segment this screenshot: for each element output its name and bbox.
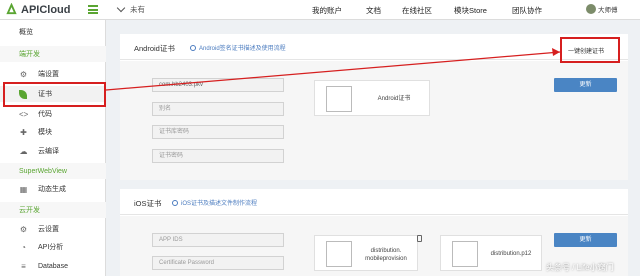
ios-provision-thumbnail: [326, 241, 352, 267]
android-panel-header: Android证书 Android签名证书描述及使用流程: [120, 34, 628, 60]
ios-cert-password-field[interactable]: Certificate Password: [152, 256, 284, 270]
gear-icon: ⚙: [19, 69, 28, 79]
user-menu[interactable]: 大师傅: [586, 4, 618, 14]
android-keystore-password-field[interactable]: 证书库密码: [152, 125, 284, 139]
chevron-down-icon: [116, 3, 126, 13]
info-icon: [172, 199, 178, 206]
gear-icon: ⚙: [19, 224, 28, 234]
cloud-icon: ☁: [19, 146, 28, 156]
ios-provision-label: distribution. mobileprovision: [355, 247, 417, 263]
sidebar-item-api-analysis[interactable]: ◔ API分析: [0, 239, 106, 255]
grid-icon: ▦: [19, 184, 28, 194]
watermark: 头条号 / Life小窍门: [546, 263, 614, 272]
database-icon: ≡: [21, 261, 26, 271]
android-package-field[interactable]: com.hb2403.pkv: [152, 78, 284, 92]
sidebar-item-label: 云编译: [38, 148, 59, 155]
annotation-box-create: [560, 37, 620, 63]
android-update-button[interactable]: 更新: [554, 78, 617, 92]
nav-module-store[interactable]: 模块Store: [454, 5, 487, 16]
sidebar-item-label: Database: [38, 262, 68, 270]
avatar: [586, 4, 596, 14]
section-native: 端开发: [0, 46, 106, 62]
ios-update-button[interactable]: 更新: [554, 233, 617, 247]
logo-text: APICloud: [21, 3, 71, 16]
ios-help-link-text: iOS证书及描述文件制作流程: [181, 201, 258, 207]
code-icon: <>: [19, 109, 29, 119]
hamburger-menu-icon[interactable]: [88, 5, 98, 14]
ios-provision-label-line1: distribution.: [370, 248, 402, 254]
document-icon: [417, 235, 422, 242]
nav-team[interactable]: 团队协作: [512, 5, 542, 16]
sidebar-item-label: API分析: [38, 244, 64, 251]
android-cert-thumbnail: [326, 86, 352, 112]
logo[interactable]: APICloud: [5, 3, 71, 16]
ios-app-ids-field[interactable]: APP IDS: [152, 233, 284, 247]
chart-icon: ◔: [21, 242, 26, 252]
android-panel-title: Android证书: [134, 44, 175, 53]
ios-p12-label: distribution.p12: [490, 251, 532, 257]
ios-panel-header: iOS证书 iOS证书及描述文件制作流程: [120, 189, 628, 215]
sidebar-item-app-settings[interactable]: ⚙ 端设置: [0, 66, 106, 82]
sidebar-item-dynamic-generate[interactable]: ▦ 动态生成: [0, 181, 106, 197]
project-name: 未有: [130, 5, 145, 14]
section-cloud: 云开发: [0, 202, 106, 218]
sidebar-item-modules[interactable]: ✚ 模块: [0, 124, 106, 140]
nav-my-account[interactable]: 我的账户: [312, 5, 342, 16]
apicloud-logo-icon: [6, 3, 17, 15]
top-bar: APICloud 未有 我的账户 文档 在线社区 模块Store 团队协作 大师…: [0, 0, 640, 20]
android-help-link-text: Android签名证书描述及使用流程: [199, 46, 286, 52]
android-cert-password-field[interactable]: 证书密码: [152, 149, 284, 163]
ios-provision-label-line2: mobileprovision: [365, 256, 407, 262]
project-selector[interactable]: 未有: [116, 3, 145, 15]
ios-panel-title: iOS证书: [134, 199, 162, 208]
sidebar-item-overview[interactable]: 概览: [0, 24, 106, 40]
sidebar-item-label: 动态生成: [38, 186, 66, 193]
sidebar-item-label: 代码: [38, 111, 52, 118]
sidebar-item-database[interactable]: ≡ Database: [0, 258, 106, 274]
puzzle-icon: ✚: [20, 127, 27, 137]
android-panel-body: com.hb2403.pkv 别名 证书库密码 证书密码 Android证书 更…: [120, 61, 628, 180]
ios-p12-thumbnail: [452, 241, 478, 267]
ios-p12-card[interactable]: distribution.p12: [440, 235, 542, 271]
android-alias-field[interactable]: 别名: [152, 102, 284, 116]
android-cert-card[interactable]: Android证书: [314, 80, 430, 116]
sidebar-item-label: 云设置: [38, 226, 59, 233]
ios-help-link[interactable]: iOS证书及描述文件制作流程: [172, 198, 257, 207]
sidebar: 概览 端开发 ⚙ 端设置 证书 <> 代码 ✚ 模块 ☁ 云编译 SuperWe…: [0, 20, 106, 276]
sidebar-item-label: 模块: [38, 129, 52, 136]
android-help-link[interactable]: Android签名证书描述及使用流程: [190, 43, 286, 52]
nav-docs[interactable]: 文档: [366, 5, 381, 16]
sidebar-item-label: 端设置: [38, 71, 59, 78]
android-cert-label: Android证书: [377, 96, 411, 102]
nav-community[interactable]: 在线社区: [402, 5, 432, 16]
sidebar-item-cloud-settings[interactable]: ⚙ 云设置: [0, 221, 106, 237]
annotation-box-certificates: [3, 82, 106, 107]
section-superwebview: SuperWebView: [0, 163, 106, 179]
sidebar-item-cloud-build[interactable]: ☁ 云编译: [0, 143, 106, 159]
ios-provision-card[interactable]: distribution. mobileprovision: [314, 235, 418, 271]
sidebar-item-label: 概览: [19, 29, 33, 36]
android-cert-panel: Android证书 Android签名证书描述及使用流程 com.hb2403.…: [120, 34, 628, 180]
user-name: 大师傅: [598, 7, 618, 14]
sidebar-item-code[interactable]: <> 代码: [0, 106, 106, 122]
info-icon: [190, 44, 196, 51]
